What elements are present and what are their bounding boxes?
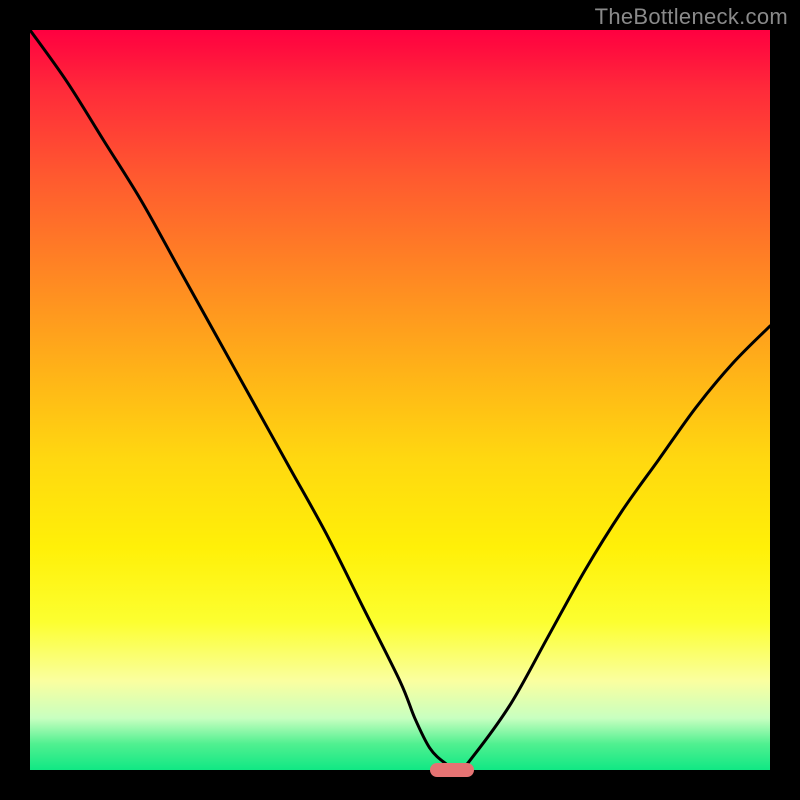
optimal-marker — [430, 763, 474, 777]
bottleneck-curve — [30, 30, 770, 770]
chart-stage: TheBottleneck.com — [0, 0, 800, 800]
watermark-text: TheBottleneck.com — [595, 4, 788, 30]
curve-path — [30, 30, 770, 770]
plot-area — [30, 30, 770, 770]
